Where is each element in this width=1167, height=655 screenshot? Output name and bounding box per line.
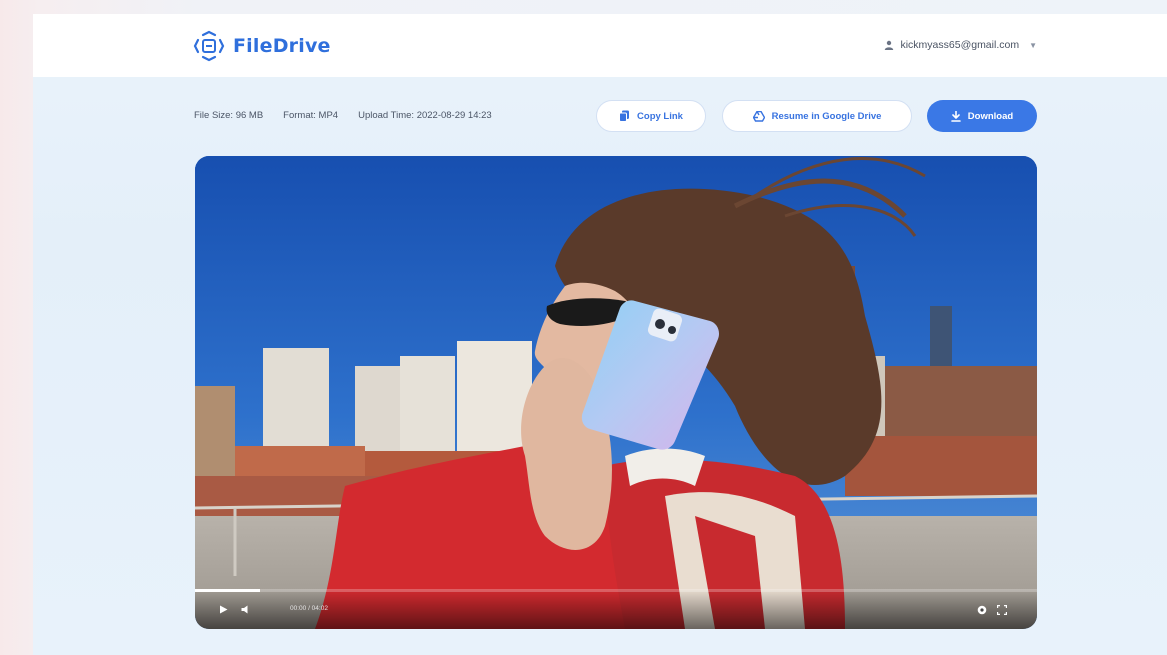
app-window: FileDrive kickmyass65@gmail.com ▼ File S… bbox=[33, 14, 1167, 655]
fullscreen-icon[interactable] bbox=[997, 605, 1007, 615]
play-icon[interactable] bbox=[219, 605, 228, 614]
account-email: kickmyass65@gmail.com bbox=[900, 39, 1020, 51]
chevron-down-icon: ▼ bbox=[1029, 40, 1037, 50]
progress-bar[interactable] bbox=[195, 589, 1037, 592]
time-display: 00:00 / 04:02 bbox=[290, 605, 328, 612]
drive-icon bbox=[752, 110, 765, 122]
file-format: Format: MP4 bbox=[283, 110, 339, 121]
download-button[interactable]: Download bbox=[927, 100, 1037, 132]
top-bar: FileDrive kickmyass65@gmail.com ▼ bbox=[33, 14, 1167, 77]
file-info: File Size: 96 MB Format: MP4 Upload Time… bbox=[194, 110, 492, 126]
account-menu[interactable]: kickmyass65@gmail.com ▼ bbox=[884, 36, 1037, 54]
file-size: File Size: 96 MB bbox=[194, 110, 264, 121]
resume-label: Resume in Google Drive bbox=[771, 110, 882, 122]
progress-fill bbox=[195, 589, 260, 592]
copy-link-label: Copy Link bbox=[637, 110, 683, 122]
volume-icon[interactable] bbox=[241, 605, 251, 614]
app-name: FileDrive bbox=[233, 35, 331, 57]
logo-icon bbox=[193, 30, 225, 62]
video-player[interactable]: 00:00 / 04:02 bbox=[195, 156, 1037, 629]
settings-icon[interactable] bbox=[977, 605, 987, 615]
copy-link-button[interactable]: Copy Link bbox=[596, 100, 706, 132]
user-icon bbox=[885, 40, 894, 50]
player-controls: 00:00 / 04:02 bbox=[195, 589, 1037, 629]
download-icon bbox=[950, 110, 961, 122]
resume-in-google-drive-button[interactable]: Resume in Google Drive bbox=[722, 100, 912, 132]
logo[interactable]: FileDrive bbox=[193, 30, 331, 62]
video-frame bbox=[195, 156, 1037, 629]
copy-icon bbox=[619, 110, 630, 122]
upload-time: Upload Time: 2022-08-29 14:23 bbox=[358, 110, 492, 121]
download-label: Download bbox=[967, 110, 1014, 122]
